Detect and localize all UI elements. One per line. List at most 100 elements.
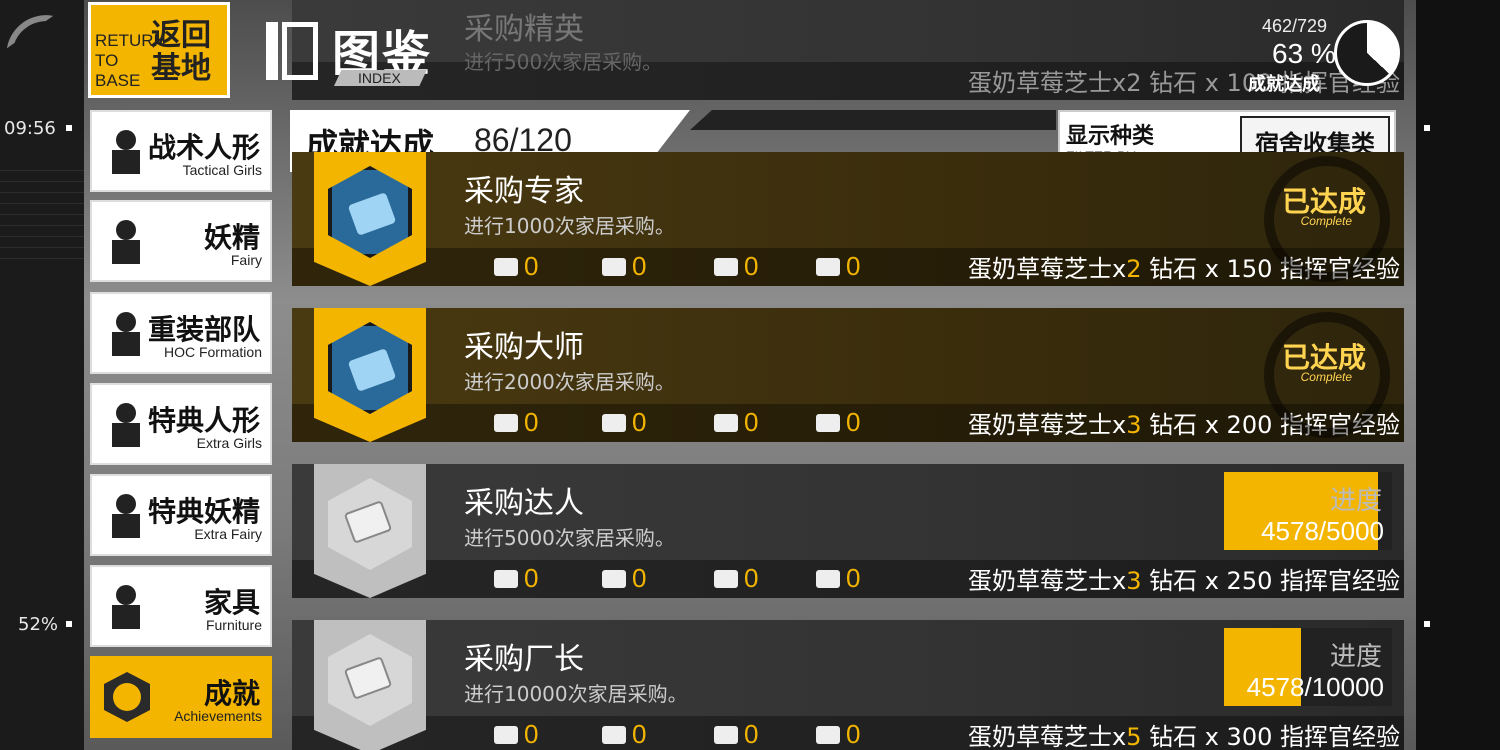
card-reward: 蛋奶草莓芝士x5 钻石 x 300 指挥官经验 [967, 723, 1400, 750]
resource-value: 0 [524, 251, 539, 281]
page-subtitle: INDEX [334, 70, 427, 86]
return-label-en: RETURN TO BASE [95, 31, 166, 90]
complete-sublabel: Complete [1300, 370, 1352, 384]
battery-level: 52% [18, 614, 59, 635]
sidebar-item-sublabel: Furniture [205, 617, 262, 633]
return-label-zh: 返回基地 [151, 18, 211, 86]
card-desc: 进行500次家居采购。 [464, 50, 663, 74]
parts-icon [814, 566, 842, 590]
achievement-badge [314, 464, 426, 598]
sidebar-item-tactical-girls[interactable]: 战术人形 Tactical Girls [90, 110, 272, 192]
parts-icon [814, 254, 842, 278]
card-desc: 进行2000次家居采购。 [464, 370, 675, 394]
ammo-icon [600, 566, 628, 590]
ration-icon [712, 722, 740, 746]
achievement-icon [100, 670, 154, 724]
manpower-icon [492, 254, 520, 278]
right-frame [1416, 0, 1500, 750]
card-desc: 进行1000次家居采购。 [464, 214, 675, 238]
curl-decoration-icon [6, 8, 54, 56]
sidebar-item-label: 重装部队 [147, 313, 260, 346]
sidebar-item-fairy[interactable]: 妖精 Fairy [90, 200, 272, 282]
ticket-icon [343, 500, 393, 544]
resource-value: 0 [846, 407, 861, 437]
chair-icon [100, 579, 154, 633]
resource-value: 0 [744, 251, 759, 281]
card-name: 采购精英 [464, 12, 584, 47]
tick-marker-icon [66, 125, 72, 131]
sidebar-item-achievements[interactable]: 成就 Achievements [90, 656, 272, 738]
progress-value: 4578/5000 [1261, 516, 1384, 546]
resource-value: 0 [524, 563, 539, 593]
sidebar-item-sublabel: Tactical Girls [182, 162, 262, 178]
sidebar-item-label: 妖精 [203, 221, 260, 254]
ticket-icon [347, 348, 397, 392]
progress-value: 4578/10000 [1246, 672, 1384, 702]
progress-box: 进度 4578/10000 [1224, 628, 1392, 706]
overall-percent: 63 % [1272, 38, 1336, 69]
tick-marker-icon [1424, 621, 1430, 627]
sidebar-item-sublabel: Extra Fairy [194, 526, 262, 542]
sidebar-item-extra-fairy[interactable]: 特典妖精 Extra Fairy [90, 474, 272, 556]
resource-value: 0 [632, 251, 647, 281]
achievement-card[interactable]: 采购专家 进行1000次家居采购。 0 0 0 0 蛋奶草莓芝士x2 钻石 x 150 指挥… [292, 152, 1404, 286]
sidebar-item-sublabel: Fairy [230, 252, 262, 268]
badge-emblem-icon [328, 322, 412, 414]
ticket-icon [343, 656, 393, 700]
achievement-card-partial[interactable]: 采购精英 进行500次家居采购。 蛋奶草莓芝士x2 钻石 x 100 指挥官经验 [292, 0, 1404, 100]
resource-value: 0 [846, 251, 861, 281]
parts-icon [814, 410, 842, 434]
manpower-icon [492, 722, 520, 746]
card-name: 采购专家 [464, 174, 584, 209]
status-strip: 09:56 52% [0, 0, 84, 750]
resource-value: 0 [744, 719, 759, 749]
resource-value: 0 [744, 563, 759, 593]
ration-icon [712, 410, 740, 434]
resource-value: 0 [632, 719, 647, 749]
resource-value: 0 [846, 563, 861, 593]
header-divider [690, 110, 1056, 130]
clock: 09:56 [4, 118, 56, 139]
decorative-lines [0, 160, 84, 260]
hoc-icon [100, 306, 154, 360]
resource-value: 0 [846, 719, 861, 749]
sidebar-item-label: 战术人形 [147, 131, 260, 164]
sidebar-item-furniture[interactable]: 家具 Furniture [90, 565, 272, 647]
progress-label: 进度 [1329, 642, 1382, 672]
sidebar-item-hoc-formation[interactable]: 重装部队 HOC Formation [90, 292, 272, 374]
manpower-icon [492, 566, 520, 590]
parts-icon [814, 722, 842, 746]
ration-icon [712, 566, 740, 590]
tick-marker-icon [66, 621, 72, 627]
return-to-base-button[interactable]: RETURN TO BASE 返回基地 [88, 2, 230, 98]
achievement-card[interactable]: 采购达人 进行5000次家居采购。 0 0 0 0 蛋奶草莓芝士x3 钻石 x 250 指挥… [292, 464, 1404, 598]
ticket-icon [347, 192, 397, 236]
card-reward: 蛋奶草莓芝士x3 钻石 x 250 指挥官经验 [967, 567, 1400, 595]
sidebar-item-label: 特典人形 [147, 404, 260, 437]
ammo-icon [600, 254, 628, 278]
achievement-card[interactable]: 采购大师 进行2000次家居采购。 0 0 0 0 蛋奶草莓芝士x3 钻石 x 200 指挥… [292, 308, 1404, 442]
badge-emblem-icon [328, 634, 412, 726]
resource-value: 0 [744, 407, 759, 437]
achievement-badge [314, 308, 426, 442]
overall-count: 462/729 [1262, 16, 1328, 36]
ammo-icon [600, 410, 628, 434]
badge-emblem-icon [328, 166, 412, 258]
card-name: 采购厂长 [464, 642, 584, 677]
resource-value: 0 [632, 563, 647, 593]
achievement-badge [314, 152, 426, 286]
progress-label: 进度 [1329, 486, 1382, 516]
complete-sublabel: Complete [1300, 214, 1352, 228]
filter-label-zh: 显示种类 [1066, 124, 1155, 149]
resource-value: 0 [524, 719, 539, 749]
manpower-icon [492, 410, 520, 434]
tick-marker-icon [1424, 125, 1430, 131]
sidebar-item-sublabel: HOC Formation [163, 344, 262, 360]
achievement-card[interactable]: 采购厂长 进行10000次家居采购。 0 0 0 0 蛋奶草莓芝士x5 钻石 x 300 指… [292, 620, 1404, 750]
ration-icon [712, 254, 740, 278]
fairy-icon [100, 214, 154, 268]
extra-fairy-icon [100, 488, 154, 542]
sidebar-item-extra-girls[interactable]: 特典人形 Extra Girls [90, 383, 272, 465]
sidebar-item-sublabel: Achievements [174, 708, 262, 724]
card-name: 采购达人 [464, 486, 584, 521]
